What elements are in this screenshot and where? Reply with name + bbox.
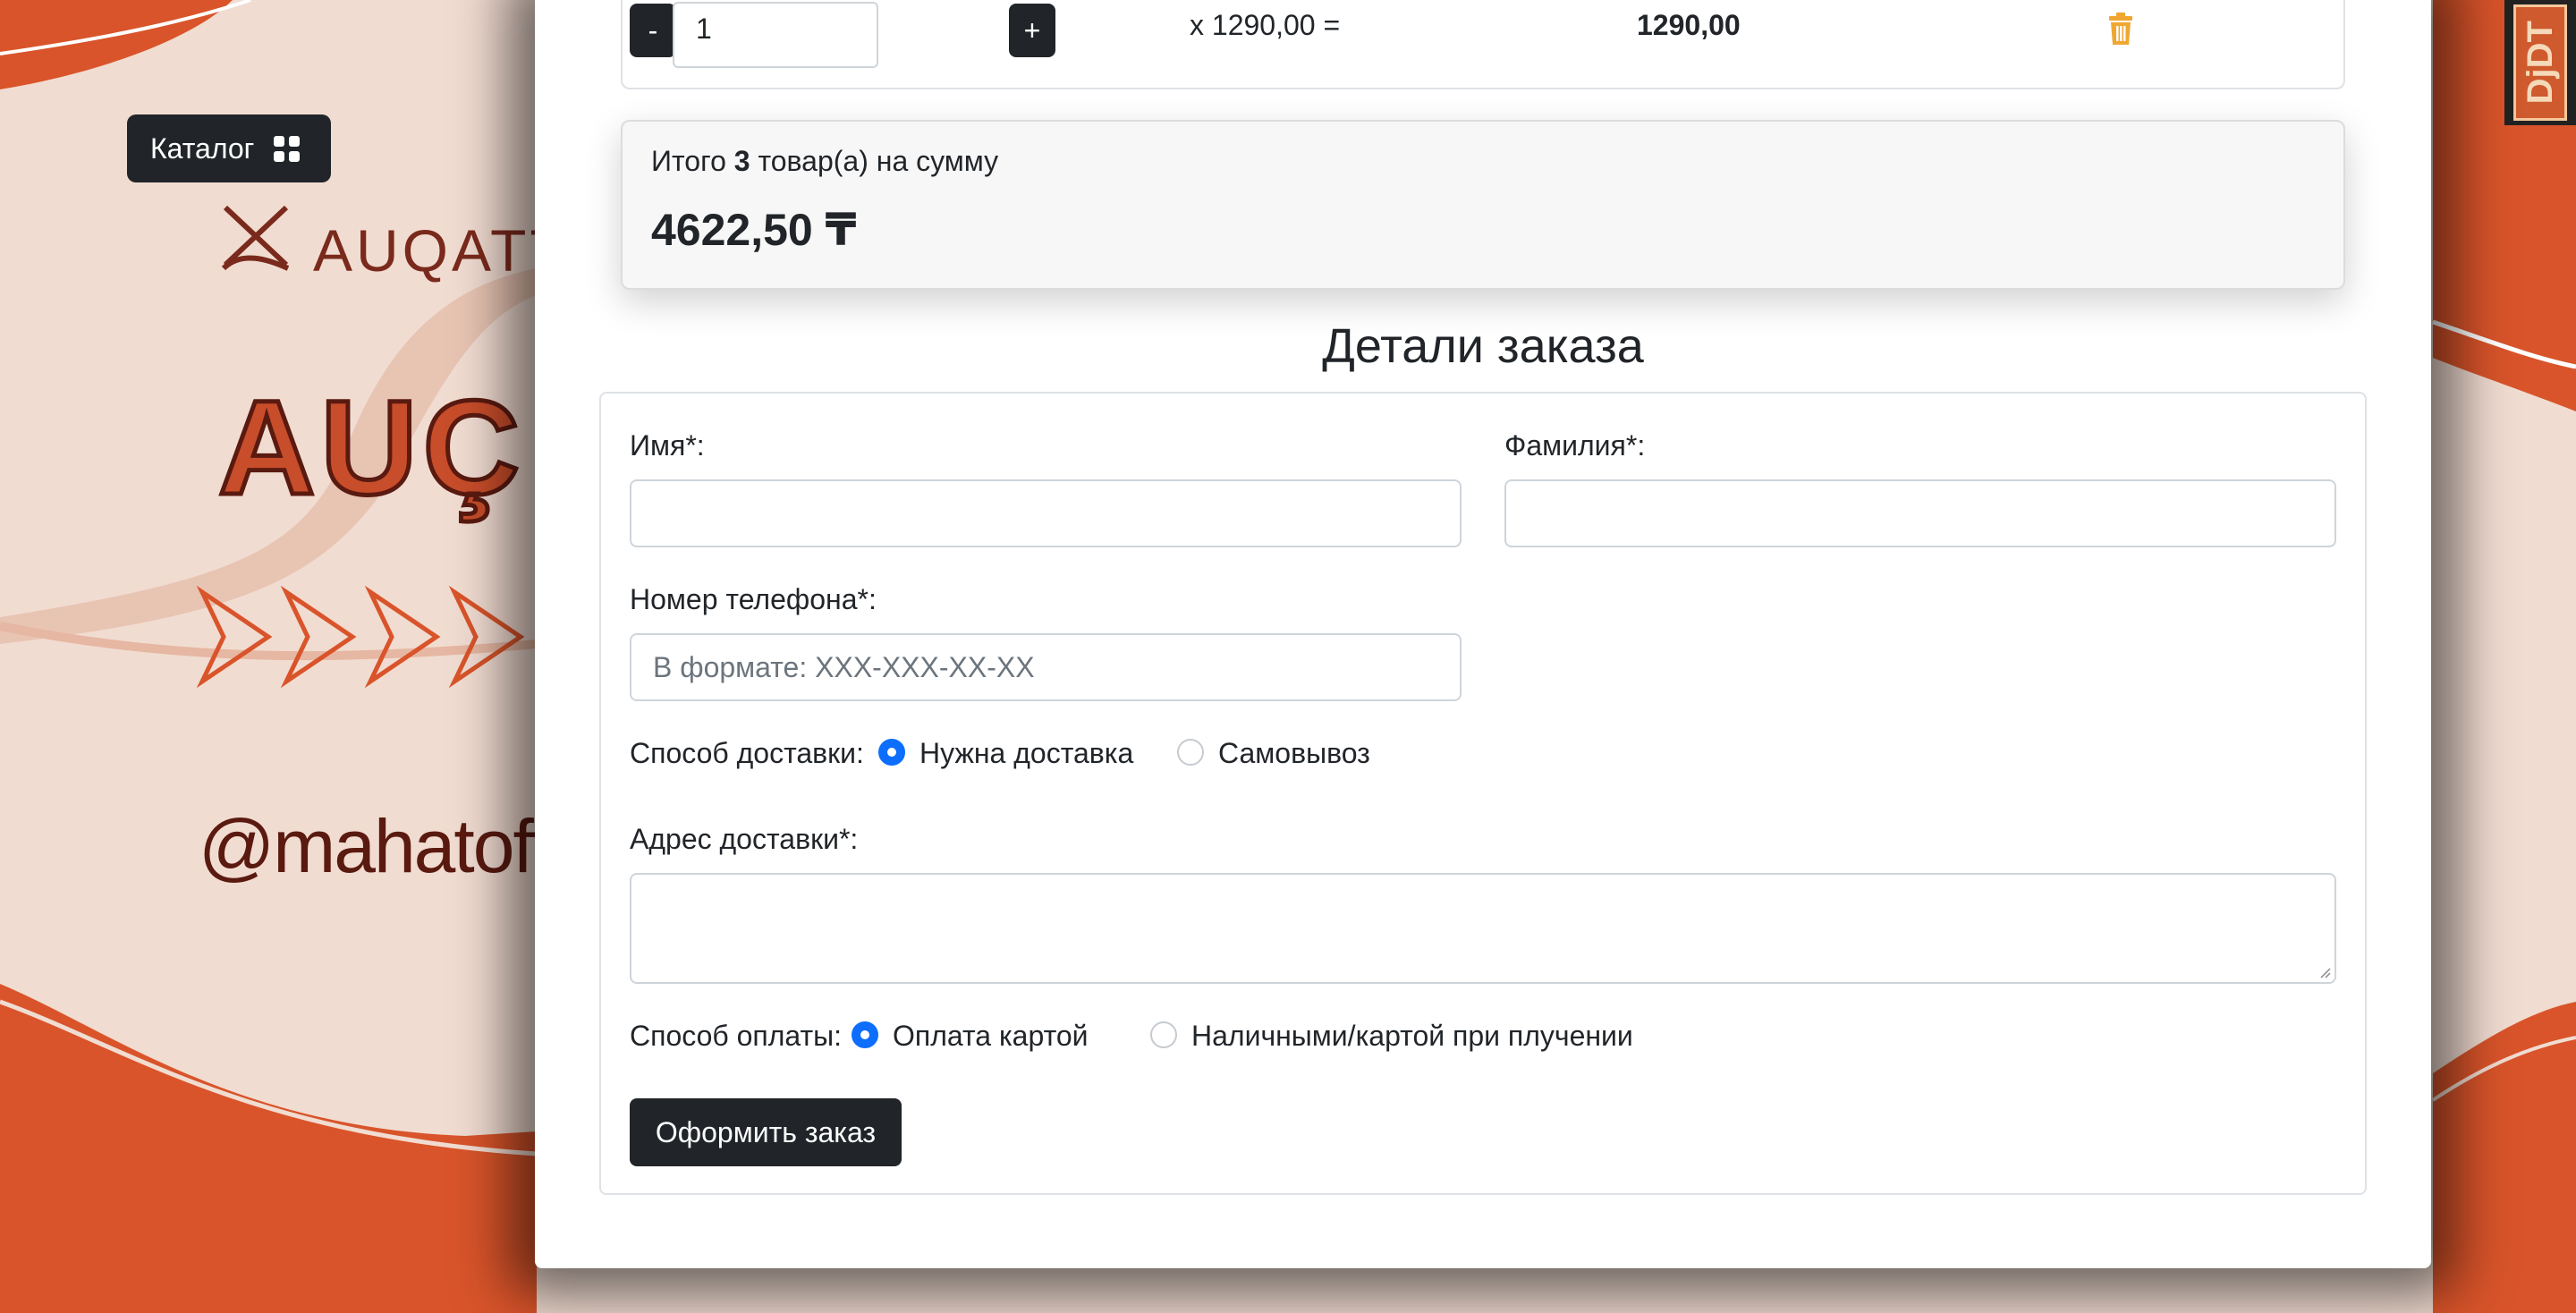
order-form: Имя*: Фамилия*: Номер телефона*: В форма…	[599, 392, 2367, 1195]
debug-toolbar-badge: DjDT	[2513, 4, 2567, 121]
cart-item-row: - 1 + x 1290,00 = 1290,00	[621, 0, 2345, 89]
delivery-label: Способ доставки:	[630, 737, 864, 769]
last-name-input[interactable]	[1504, 479, 2336, 547]
line-total: 1290,00	[1637, 9, 1741, 41]
delivery-option-pickup[interactable]: Самовывоз	[1218, 737, 1370, 770]
delivery-radio-needed[interactable]	[878, 739, 905, 766]
first-name-input[interactable]	[630, 479, 1462, 547]
debug-toolbar-label: DjDT	[2520, 21, 2560, 105]
payment-option-cash[interactable]: Наличными/картой при плучении	[1191, 1020, 1633, 1053]
qty-input[interactable]: 1	[673, 2, 878, 68]
submit-order-button[interactable]: Оформить заказ	[630, 1098, 902, 1166]
delivery-radio-pickup[interactable]	[1177, 739, 1204, 766]
order-details-title: Детали заказа	[1322, 319, 1644, 373]
resize-grip-icon[interactable]	[2318, 966, 2331, 978]
cart-summary: Итого 3 товар(а) на сумму 4622,50 ₸	[621, 120, 2345, 290]
phone-label: Номер телефона*:	[630, 583, 877, 615]
catalog-button[interactable]: Каталог	[127, 114, 331, 182]
summary-suffix: товар(а) на сумму	[758, 145, 999, 177]
address-label: Адрес доставки*:	[630, 823, 859, 855]
trash-icon[interactable]	[2107, 13, 2134, 45]
summary-prefix: Итого	[651, 145, 726, 177]
social-handle: @mahatoff	[199, 804, 552, 888]
summary-count: 3	[733, 145, 750, 177]
payment-label: Способ оплаты:	[630, 1020, 843, 1052]
catalog-button-label: Каталог	[150, 131, 255, 165]
payment-radio-card[interactable]	[852, 1021, 878, 1048]
qty-decrease-button[interactable]: -	[630, 4, 676, 57]
summary-total: 4622,50 ₸	[651, 205, 857, 255]
address-textarea[interactable]	[630, 873, 2336, 984]
debug-toolbar-handle[interactable]: DjDT	[2504, 0, 2576, 125]
qty-increase-button[interactable]: +	[1009, 4, 1055, 57]
unit-price: x 1290,00 =	[1190, 9, 1341, 41]
last-name-label: Фамилия*:	[1504, 429, 1646, 462]
phone-input[interactable]: В формате: XXX-XXX-XX-XX	[630, 633, 1462, 701]
brand-logo-text: AUQATT	[313, 217, 570, 284]
payment-option-card[interactable]: Оплата картой	[893, 1020, 1089, 1053]
grid-icon	[274, 135, 301, 162]
cart-modal: - 1 + x 1290,00 = 1290,00 Итого 3 товар(…	[535, 0, 2431, 1268]
payment-radio-cash[interactable]	[1150, 1021, 1177, 1048]
banner-headline: AUÇ	[216, 370, 525, 525]
delivery-option-needed[interactable]: Нужна доставка	[919, 737, 1133, 770]
first-name-label: Имя*:	[630, 429, 705, 462]
summary-text: Итого 3 товар(а) на сумму	[651, 145, 998, 178]
